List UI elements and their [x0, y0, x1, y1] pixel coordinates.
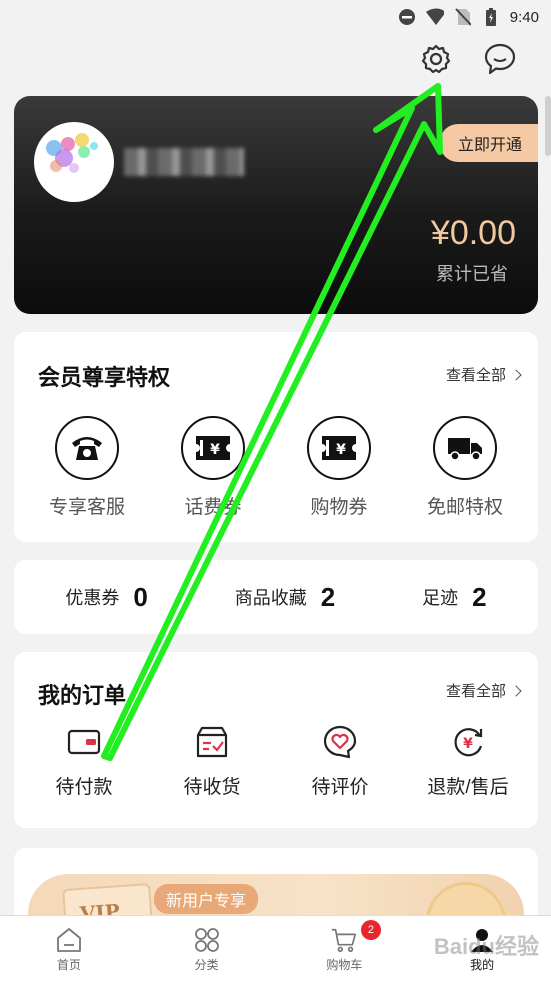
refund-icon: ¥: [448, 722, 488, 762]
gear-icon[interactable]: [419, 42, 453, 76]
perks-card: 会员尊享特权 查看全部 专享客服 ¥ 话费券 ¥ 购物券 免邮特权: [14, 332, 538, 542]
scroll-indicator: [545, 96, 551, 156]
perk-label: 免邮特权: [426, 497, 503, 518]
tab-home[interactable]: 首页: [0, 916, 138, 981]
home-icon: [55, 926, 83, 954]
perks-see-all-link[interactable]: 查看全部: [446, 364, 522, 385]
cart-count-badge: 2: [360, 920, 381, 940]
order-refund-after-sales[interactable]: ¥ 退款/售后: [408, 722, 528, 799]
username-blurred: [124, 148, 244, 176]
new-user-badge: 新用户专享: [154, 884, 259, 914]
battery-icon: [482, 8, 500, 26]
chevron-right-icon: [510, 685, 522, 697]
stat-coupons[interactable]: 优惠券 0: [65, 582, 147, 613]
watermark-text: Baidu经验: [433, 934, 539, 959]
tab-cart[interactable]: 2 购物车: [276, 916, 414, 981]
wifi-icon: [425, 8, 444, 26]
perk-phone-credit[interactable]: ¥ 话费券: [158, 416, 268, 519]
tab-category[interactable]: 分类: [138, 916, 276, 981]
stat-footprints[interactable]: 足迹 2: [422, 582, 486, 613]
order-pending-payment[interactable]: 待付款: [24, 722, 144, 799]
order-label: 待收货: [183, 777, 241, 798]
avatar[interactable]: [34, 122, 114, 202]
do-not-disturb-icon: [398, 8, 416, 26]
stat-favorites[interactable]: 商品收藏 2: [235, 582, 335, 613]
phone-icon: [55, 416, 119, 480]
perk-customer-service[interactable]: 专享客服: [32, 416, 142, 519]
order-label: 待评价: [311, 777, 369, 798]
status-time: 9:40: [509, 8, 539, 26]
order-pending-receipt[interactable]: 待收货: [152, 722, 272, 799]
package-icon: [192, 722, 232, 762]
orders-card: 我的订单 查看全部 待付款 待收货 待评价 ¥ 退款/售后: [14, 652, 538, 828]
status-bar: 9:40: [0, 0, 551, 34]
vip-card[interactable]: 立即开通 ¥0.00 累计已省: [14, 96, 538, 314]
orders-see-all-link[interactable]: 查看全部: [446, 680, 522, 701]
perk-label: 购物券: [310, 497, 368, 518]
ticket-icon: ¥: [181, 416, 245, 480]
cart-icon: [330, 926, 358, 954]
orders-title: 我的订单: [38, 683, 127, 708]
open-membership-button[interactable]: 立即开通: [439, 124, 538, 162]
perk-label: 专享客服: [48, 497, 125, 518]
chat-bubble-icon[interactable]: [483, 42, 517, 76]
perk-shopping-coupon[interactable]: ¥ 购物券: [284, 416, 394, 519]
category-icon: [193, 926, 221, 954]
wallet-icon: [64, 722, 104, 762]
truck-icon: [433, 416, 497, 480]
no-sim-icon: [454, 8, 472, 26]
ticket-icon: ¥: [307, 416, 371, 480]
svg-text:¥: ¥: [210, 442, 220, 458]
perk-free-shipping[interactable]: 免邮特权: [410, 416, 520, 519]
perk-label: 话费券: [184, 497, 242, 518]
svg-text:¥: ¥: [463, 736, 473, 752]
perks-title: 会员尊享特权: [38, 365, 171, 390]
header-actions: [419, 42, 517, 76]
order-label: 待付款: [55, 777, 113, 798]
svg-text:¥: ¥: [336, 442, 346, 458]
saved-amount: ¥0.00: [430, 214, 516, 252]
heart-comment-icon: [320, 722, 360, 762]
chevron-right-icon: [510, 369, 522, 381]
order-pending-review[interactable]: 待评价: [280, 722, 400, 799]
order-label: 退款/售后: [427, 777, 509, 798]
saved-label: 累计已省: [436, 264, 508, 284]
stats-card: 优惠券 0 商品收藏 2 足迹 2: [14, 560, 538, 634]
